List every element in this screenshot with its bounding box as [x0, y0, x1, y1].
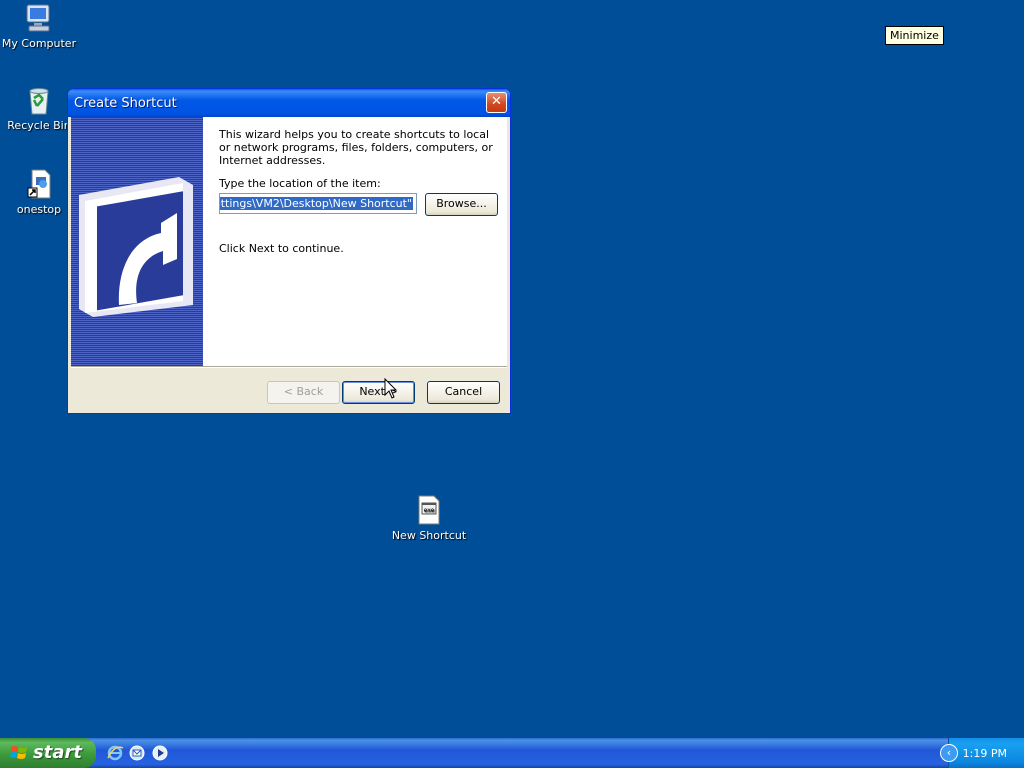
show-hidden-icons-button[interactable]: ‹: [940, 744, 958, 762]
windows-flag-icon: [10, 746, 27, 759]
close-button[interactable]: ✕: [486, 92, 507, 113]
wizard-body: This wizard helps you to create shortcut…: [71, 117, 507, 410]
taskbar: start ‹ 1:19 PM: [0, 738, 1024, 768]
wizard-content: This wizard helps you to create shortcut…: [203, 117, 507, 366]
system-tray: ‹ 1:19 PM: [940, 738, 1024, 768]
window-titlebar[interactable]: Create Shortcut ✕: [68, 89, 510, 117]
desktop-icon-label: My Computer: [1, 37, 77, 50]
close-icon: ✕: [491, 94, 502, 109]
window-title: Create Shortcut: [74, 96, 177, 111]
location-input[interactable]: d Settings\VM2\Desktop\New Shortcut": [219, 193, 417, 214]
shortcut-arrow-icon: [79, 177, 193, 317]
clock[interactable]: 1:19 PM: [963, 747, 1007, 760]
continue-instruction: Click Next to continue.: [219, 242, 344, 255]
desktop-icon-my-computer[interactable]: My Computer: [0, 2, 78, 50]
desktop-icon-new-shortcut[interactable]: exe New Shortcut: [390, 494, 468, 542]
desktop-icon-label: New Shortcut: [391, 529, 467, 542]
wizard-separator: [71, 366, 507, 368]
next-button[interactable]: Next >: [342, 381, 415, 404]
chevron-left-icon: ‹: [946, 746, 952, 759]
mouse-cursor-icon: [384, 378, 398, 399]
media-player-icon[interactable]: [151, 744, 169, 762]
location-label: Type the location of the item:: [219, 177, 381, 190]
svg-text:exe: exe: [424, 507, 435, 514]
outlook-express-icon[interactable]: [128, 744, 146, 762]
wizard-side-panel: [71, 117, 203, 366]
start-label: start: [33, 742, 82, 763]
browse-button[interactable]: Browse...: [425, 193, 498, 216]
my-computer-icon: [26, 4, 50, 32]
blank-file-icon: exe: [418, 495, 440, 525]
cancel-button[interactable]: Cancel: [427, 381, 500, 404]
internet-explorer-icon[interactable]: [106, 744, 124, 762]
recycle-bin-icon: [29, 88, 49, 115]
wizard-intro-text: This wizard helps you to create shortcut…: [219, 128, 493, 167]
location-input-value: d Settings\VM2\Desktop\New Shortcut": [220, 197, 413, 210]
shortcut-file-icon: [27, 169, 51, 199]
minimize-tooltip: Minimize: [885, 26, 944, 45]
create-shortcut-window: Create Shortcut ✕ This wizard helps you …: [67, 88, 511, 414]
start-button[interactable]: start: [0, 738, 96, 768]
back-button[interactable]: < Back: [267, 381, 340, 404]
